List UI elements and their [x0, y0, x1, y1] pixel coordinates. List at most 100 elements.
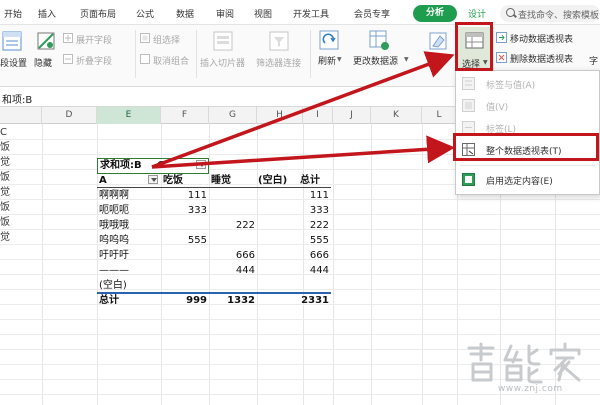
- chevron-down-icon[interactable]: ▼: [337, 56, 342, 63]
- search-box[interactable]: 查找命令、搜索模板: [500, 5, 600, 22]
- tab-design[interactable]: 设计: [468, 7, 486, 20]
- menu-item-label: 启用选定内容(E): [486, 177, 553, 187]
- column-header-k[interactable]: K: [371, 107, 422, 124]
- tab-view[interactable]: 视图: [254, 7, 272, 20]
- refresh-icon[interactable]: [318, 29, 340, 51]
- hide-button[interactable]: 隐藏: [34, 56, 52, 69]
- collapse-field-button[interactable]: 折叠字段: [76, 54, 112, 67]
- pivot-value-cell[interactable]: [161, 248, 207, 263]
- tab-member[interactable]: 会员专享: [354, 7, 390, 20]
- cell-c[interactable]: 觉: [0, 155, 10, 170]
- column-header-i[interactable]: I: [303, 107, 333, 124]
- pivot-value-cell[interactable]: 444: [209, 263, 255, 278]
- pivot-total-cell[interactable]: 1332: [209, 293, 255, 308]
- pivot-value-cell[interactable]: 222: [285, 218, 329, 233]
- filter-connections-icon: [269, 31, 289, 51]
- row-filter-dropdown-icon[interactable]: [148, 175, 158, 184]
- pivot-value-cell[interactable]: 111: [161, 188, 207, 203]
- move-pivot-icon: [496, 32, 507, 43]
- move-pivot-button[interactable]: 移动数据透视表: [510, 32, 573, 45]
- column-filter-dropdown-icon[interactable]: [196, 160, 206, 169]
- refresh-button[interactable]: 刷新: [318, 54, 336, 67]
- clear-icon[interactable]: [428, 31, 448, 51]
- hide-icon[interactable]: [36, 31, 56, 51]
- pivot-value-cell[interactable]: 333: [161, 203, 207, 218]
- change-data-source-button[interactable]: 更改数据源: [353, 54, 398, 67]
- menu-item-values[interactable]: 值(V): [456, 95, 599, 117]
- pivot-row-label[interactable]: (空白): [99, 278, 127, 293]
- pivot-value-cell[interactable]: [161, 218, 207, 233]
- pivot-row-label[interactable]: 呜呜呜: [99, 233, 129, 248]
- column-header-g[interactable]: G: [209, 107, 257, 124]
- tab-page-layout[interactable]: 页面布局: [80, 7, 116, 20]
- pivot-row-label[interactable]: 啊啊啊: [99, 188, 129, 203]
- expand-field-button[interactable]: 展开字段: [76, 33, 112, 46]
- pivot-value-cell[interactable]: [285, 278, 329, 293]
- cell-c[interactable]: 饭: [0, 200, 10, 215]
- pivot-value-cell[interactable]: [209, 188, 255, 203]
- group-selection-button[interactable]: 组选择: [153, 33, 180, 46]
- pivot-row-label[interactable]: 呃呃呃: [99, 203, 129, 218]
- menu-item-labels-and-values[interactable]: 标签与值(A): [456, 73, 599, 95]
- field-settings-icon[interactable]: [2, 31, 22, 51]
- pivot-header-cell[interactable]: 求和项:B C: [97, 158, 209, 174]
- pivot-row-field-label: A: [99, 175, 107, 186]
- cell-c[interactable]: 觉: [0, 230, 10, 245]
- pivot-value-cell[interactable]: [161, 278, 207, 293]
- cell-c[interactable]: 饭: [0, 140, 10, 155]
- pivot-row-label[interactable]: ———: [99, 263, 129, 278]
- column-header-f[interactable]: F: [161, 107, 209, 124]
- search-input[interactable]: 查找命令、搜索模板: [518, 8, 599, 21]
- menu-bar: 开始 插入 页面布局 公式 数据 审阅 视图 开发工具 会员专享 分析 设计 查…: [0, 0, 600, 25]
- pivot-value-cell[interactable]: [209, 233, 255, 248]
- filter-connections-button[interactable]: 筛选器连接: [256, 56, 301, 69]
- pivot-row-label[interactable]: 吁吁吁: [99, 248, 129, 263]
- pivot-total-cell[interactable]: 2331: [285, 293, 329, 308]
- tab-home[interactable]: 开始: [4, 7, 22, 20]
- column-header-e[interactable]: E: [97, 107, 161, 124]
- tab-data[interactable]: 数据: [176, 7, 194, 20]
- pivot-value-cell[interactable]: 666: [285, 248, 329, 263]
- column-header-l[interactable]: L: [422, 107, 457, 124]
- cell-c[interactable]: 饭: [0, 215, 10, 230]
- insert-slicer-button[interactable]: 插入切片器: [200, 56, 245, 69]
- column-header-d[interactable]: D: [42, 107, 97, 124]
- pivot-column-field-label: C: [157, 160, 165, 171]
- pivot-value-cell[interactable]: 555: [285, 233, 329, 248]
- pivot-value-cell[interactable]: 444: [285, 263, 329, 278]
- cell-c[interactable]: C: [0, 125, 7, 140]
- pivot-value-cell[interactable]: 222: [209, 218, 255, 233]
- pivot-value-cell[interactable]: [209, 278, 255, 293]
- pivot-value-cell[interactable]: 666: [209, 248, 255, 263]
- menu-separator: [460, 165, 595, 166]
- tab-developer[interactable]: 开发工具: [293, 7, 329, 20]
- pivot-value-cell[interactable]: 555: [161, 233, 207, 248]
- pivot-value-cell[interactable]: 333: [285, 203, 329, 218]
- select-button-highlight: [455, 22, 493, 71]
- delete-pivot-button[interactable]: 删除数据透视表: [510, 52, 573, 65]
- tab-formulas[interactable]: 公式: [136, 7, 154, 20]
- cell-c[interactable]: 觉: [0, 185, 10, 200]
- formula-content[interactable]: 和项:B: [2, 91, 32, 106]
- pivot-total-label: 总计: [99, 295, 119, 306]
- pivot-total-cell[interactable]: 999: [161, 293, 207, 308]
- pivot-value-cell[interactable]: [209, 203, 255, 218]
- tab-review[interactable]: 审阅: [216, 7, 234, 20]
- chevron-down-icon[interactable]: ▼: [404, 56, 409, 63]
- pivot-value-cell[interactable]: [161, 263, 207, 278]
- column-header-j[interactable]: J: [333, 107, 371, 124]
- change-data-source-icon[interactable]: [368, 29, 390, 51]
- pivot-value-cell[interactable]: 111: [285, 188, 329, 203]
- tab-insert[interactable]: 插入: [38, 7, 56, 20]
- menu-item-enable-selection[interactable]: 启用选定内容(E): [456, 169, 599, 191]
- ungroup-button[interactable]: 取消组合: [153, 54, 189, 67]
- field-list-button[interactable]: 字: [589, 54, 598, 67]
- cell-c[interactable]: 饭: [0, 170, 10, 185]
- pivot-row-label[interactable]: 哦哦哦: [99, 218, 129, 233]
- clear-button[interactable]: 清: [428, 56, 437, 69]
- column-header-c[interactable]: [0, 107, 42, 124]
- tab-analyze[interactable]: 分析: [413, 5, 457, 22]
- column-header-h[interactable]: H: [257, 107, 303, 124]
- grid-column-line: [42, 124, 43, 405]
- field-settings-button[interactable]: 段设置: [0, 56, 27, 69]
